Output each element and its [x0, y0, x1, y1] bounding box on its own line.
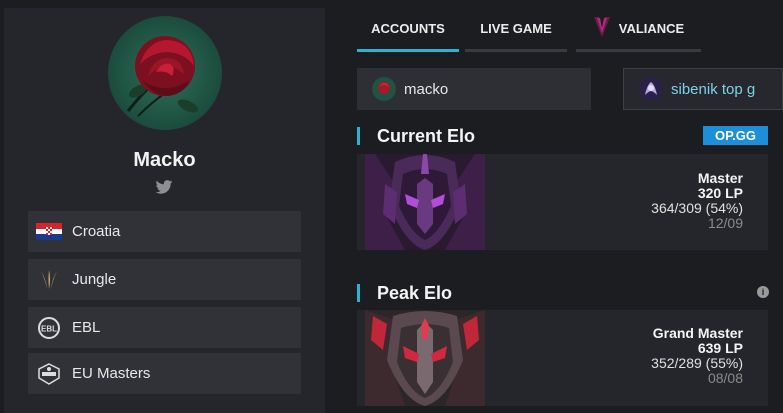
league-row[interactable]: EBL EBL: [28, 307, 301, 348]
rose-icon: [126, 36, 199, 117]
account-chip-macko[interactable]: macko: [357, 68, 591, 110]
tab-live-game[interactable]: LIVE GAME: [465, 8, 567, 52]
account-avatar-icon: [639, 77, 663, 101]
master-emblem-icon: [365, 154, 485, 250]
peak-elo-stats: Grand Master 639 LP 352/289 (55%) 08/08: [651, 326, 743, 386]
opgg-link[interactable]: OP.GG: [703, 126, 768, 145]
country-row: Croatia: [28, 211, 301, 252]
profile-panel: Macko Croatia Jungle EBL EBL EU Masters: [4, 8, 325, 413]
twitter-icon[interactable]: [155, 180, 173, 194]
role-label: Jungle: [72, 271, 117, 288]
svg-text:EBL: EBL: [41, 324, 57, 333]
current-tier: Master: [697, 170, 743, 186]
league-label: EBL: [72, 319, 101, 336]
current-elo-title: Current Elo: [377, 126, 476, 146]
role-row: Jungle: [28, 259, 301, 300]
grandmaster-emblem-icon: [365, 310, 485, 406]
valiance-logo-icon: [593, 16, 611, 41]
current-elo-card: Master 320 LP 364/309 (54%) 12/09: [357, 154, 768, 250]
account-name: sibenik top g: [671, 80, 756, 98]
tab-valiance[interactable]: VALIANCE: [576, 8, 701, 52]
tab-accounts-label: ACCOUNTS: [371, 21, 445, 36]
current-record: 364/309 (54%): [651, 200, 743, 216]
account-name: macko: [404, 80, 449, 98]
account-chip-sibenik[interactable]: sibenik top g: [623, 68, 783, 110]
tournament-row[interactable]: EU Masters: [28, 353, 301, 394]
current-lp: 320 LP: [697, 185, 743, 201]
player-name: Macko: [133, 149, 196, 171]
peak-elo-card: Grand Master 639 LP 352/289 (55%) 08/08: [357, 310, 768, 406]
tab-valiance-label: VALIANCE: [618, 21, 685, 36]
ebl-logo-icon: EBL: [36, 316, 62, 339]
peak-elo-title: Peak Elo: [377, 283, 453, 303]
tournament-label: EU Masters: [72, 365, 151, 382]
croatia-flag-icon: [36, 221, 62, 243]
section-accent-bar: [357, 127, 360, 145]
current-elo-stats: Master 320 LP 364/309 (54%) 12/09: [651, 171, 743, 231]
peak-lp: 639 LP: [697, 340, 743, 356]
eu-masters-logo-icon: [36, 362, 62, 385]
profile-avatar: [108, 16, 222, 130]
jungle-role-icon: [36, 269, 62, 291]
tab-accounts[interactable]: ACCOUNTS: [357, 8, 459, 52]
tab-live-game-label: LIVE GAME: [480, 21, 552, 36]
info-icon[interactable]: i: [757, 286, 769, 298]
peak-tier: Grand Master: [652, 325, 743, 341]
peak-record: 352/289 (55%): [651, 355, 743, 371]
section-accent-bar: [357, 284, 360, 302]
current-date: 12/09: [707, 215, 743, 231]
account-avatar-icon: [372, 77, 396, 101]
country-label: Croatia: [72, 223, 121, 240]
peak-date: 08/08: [707, 370, 743, 386]
